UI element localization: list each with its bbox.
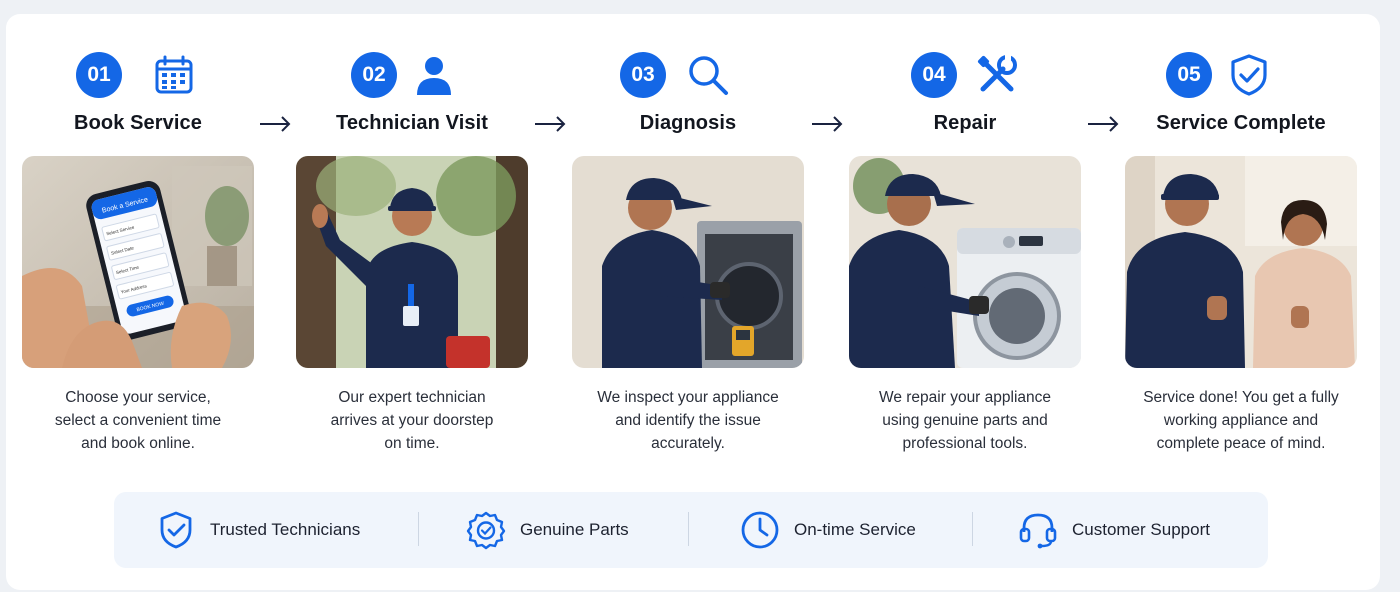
step-number-badge: 04: [911, 52, 957, 98]
step-title: Diagnosis: [639, 112, 737, 134]
step-description: Choose your service, select a convenient…: [54, 389, 222, 452]
tools-icon: [975, 53, 1019, 97]
process-card: 01 Book Service Book a Service Select Se…: [6, 14, 1380, 590]
shield-check-icon: [1227, 53, 1271, 97]
step-title: Repair: [933, 112, 997, 134]
booking-phone-photo: Book a Service Select Service Select Dat…: [22, 156, 254, 368]
feature-customer-support: Customer Support: [1018, 492, 1210, 568]
badge-gear-icon: [466, 510, 506, 550]
user-icon: [412, 53, 456, 97]
step-title: Book Service: [74, 112, 202, 134]
feature-label: Genuine Parts: [520, 520, 629, 539]
step-number-badge: 01: [76, 52, 122, 98]
feature-on-time-service: On-time Service: [740, 492, 916, 568]
search-icon: [686, 53, 730, 97]
step-description: We inspect your appliance and identify t…: [597, 389, 779, 452]
feature-label: On-time Service: [794, 520, 916, 539]
feature-trusted-technicians: Trusted Technicians: [156, 492, 360, 568]
step-description: We repair your appliance using genuine p…: [878, 389, 1052, 452]
headset-icon: [1018, 510, 1058, 550]
step-title: Technician Visit: [335, 112, 489, 134]
step-title: Service Complete: [1156, 112, 1326, 134]
arrow-right-icon: [1086, 114, 1120, 134]
step-description: Our expert technician arrives at your do…: [330, 389, 494, 452]
arrow-right-icon: [258, 114, 292, 134]
arrow-right-icon: [533, 114, 567, 134]
clock-icon: [740, 510, 780, 550]
feature-label: Trusted Technicians: [210, 520, 361, 539]
feature-label: Customer Support: [1072, 520, 1210, 539]
shield-check-icon: [156, 510, 196, 550]
service-complete-photo: [1125, 156, 1357, 368]
features-bar: Trusted Technicians Genuine Parts On-tim…: [114, 492, 1268, 568]
technician-visit-photo: [296, 156, 528, 368]
feature-genuine-parts: Genuine Parts: [466, 492, 629, 568]
step-number-badge: 05: [1166, 52, 1212, 98]
repair-photo: [849, 156, 1081, 368]
step-number-badge: 03: [620, 52, 666, 98]
divider: [972, 512, 973, 546]
diagnosis-photo: [572, 156, 804, 368]
calendar-icon: [152, 53, 196, 97]
step-number-badge: 02: [351, 52, 397, 98]
divider: [418, 512, 419, 546]
divider: [688, 512, 689, 546]
step-description: Service done! You get a fully working ap…: [1143, 389, 1339, 452]
arrow-right-icon: [810, 114, 844, 134]
